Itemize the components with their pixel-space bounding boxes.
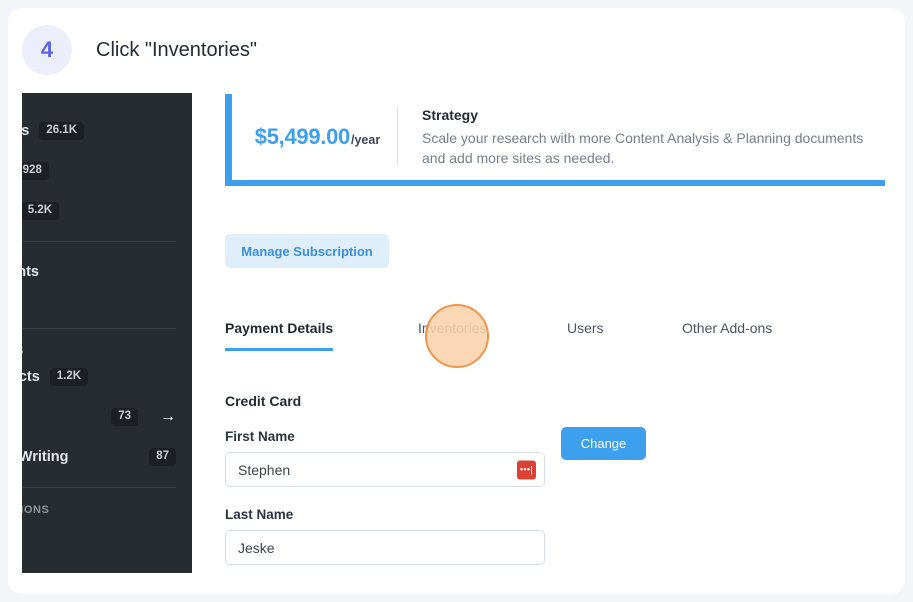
sidebar-item-label: Documents <box>22 264 39 280</box>
change-button[interactable]: Change <box>561 427 646 460</box>
sidebar-section-heading-library: LIBRARY <box>22 93 192 111</box>
plan-name: Strategy <box>422 106 479 123</box>
tab-other-add-ons[interactable]: Other Add-ons <box>682 320 772 348</box>
sidebar-item-documents[interactable]: Documents <box>22 252 192 292</box>
step-number-badge: 4 <box>22 25 72 75</box>
arrow-right-icon[interactable]: → <box>160 409 176 425</box>
credit-card-section-title: Credit Card <box>225 393 302 409</box>
sidebar-item-label: Content Writing <box>22 449 69 465</box>
last-name-input[interactable] <box>225 530 545 565</box>
sidebar-item-label: All Projects <box>22 369 40 385</box>
sidebar-section-heading-projects: PROJECTS <box>22 339 192 357</box>
plan-billing-period: /year <box>350 133 381 147</box>
sidebar-inner: LIBRARY Keywords 26.1K Topics 928 Metric… <box>22 93 192 516</box>
sidebar-section-heading-integrations: INTEGRATIONS <box>22 504 50 516</box>
last-name-field-wrap <box>225 530 545 565</box>
sidebar-item-topics[interactable]: Topics 928 <box>22 151 192 191</box>
step-instruction: Click "Inventories" <box>96 38 257 61</box>
sidebar-item-badge: 73 <box>111 408 138 426</box>
first-name-input[interactable] <box>225 452 545 487</box>
lastpass-icon[interactable]: •••| <box>517 460 536 479</box>
sidebar-item-briefs[interactable]: Briefs 73 → <box>22 397 192 437</box>
sidebar-item-badge: 928 <box>22 162 49 180</box>
sidebar-item-label: Keywords <box>22 123 30 139</box>
sidebar-item-all-projects[interactable]: All Projects 1.2K <box>22 357 192 397</box>
sidebar-item-badge: 5.2K <box>22 202 60 220</box>
lastpass-glyph: •••| <box>520 464 533 474</box>
step-header: 4 Click "Inventories" <box>22 25 257 75</box>
plan-price: $5,499.00 <box>254 124 350 149</box>
sidebar-item-badge: 26.1K <box>39 122 84 140</box>
screenshot-root: 4 Click "Inventories" LIBRARY Keywords 2… <box>0 0 913 602</box>
first-name-field-wrap: •••| <box>225 452 545 487</box>
last-name-label: Last Name <box>225 507 294 522</box>
billing-tabs: Payment Details Inventories Users Other … <box>225 320 885 356</box>
plan-details: Strategy Scale your research with more C… <box>398 107 885 168</box>
sidebar-item-badge: 87 <box>149 448 176 466</box>
sidebar-item-badge: 1.2K <box>49 368 89 386</box>
plan-price-group: $5,499.00 /year <box>232 124 397 150</box>
tab-users[interactable]: Users <box>567 320 604 348</box>
sidebar-divider <box>22 328 176 329</box>
sidebar-divider <box>22 487 176 488</box>
plan-description: Scale your research with more Content An… <box>422 129 864 166</box>
first-name-label: First Name <box>225 429 295 444</box>
sidebar-item-keywords[interactable]: Keywords 26.1K <box>22 111 192 151</box>
sidebar-item-content-writing[interactable]: Content Writing 87 <box>22 437 192 477</box>
manage-subscription-button[interactable]: Manage Subscription <box>225 234 389 268</box>
tab-payment-details[interactable]: Payment Details <box>225 320 334 351</box>
tab-inventories[interactable]: Inventories <box>418 320 486 348</box>
plan-summary-card: $5,499.00 /year Strategy Scale your rese… <box>225 94 885 186</box>
sidebar-divider <box>22 241 176 242</box>
app-sidebar[interactable]: LIBRARY Keywords 26.1K Topics 928 Metric… <box>22 93 192 573</box>
sidebar-item-metrics[interactable]: Metrics 5.2K <box>22 191 192 231</box>
